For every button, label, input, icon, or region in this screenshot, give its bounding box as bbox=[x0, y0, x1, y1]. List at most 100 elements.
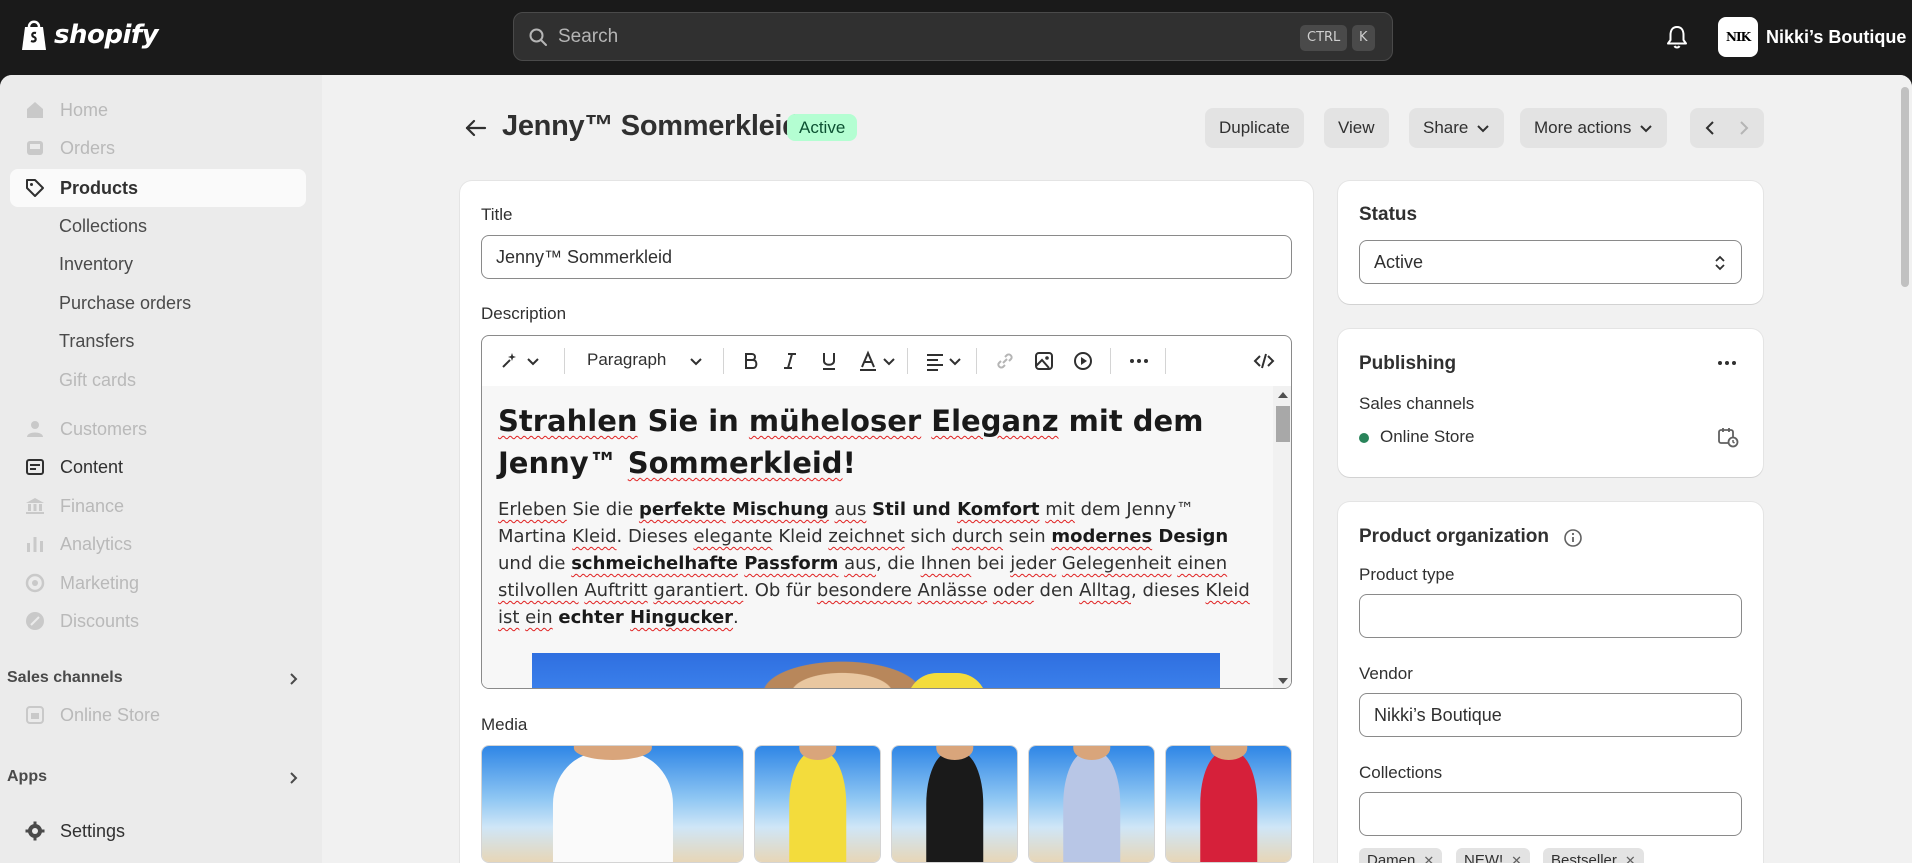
sidebar-section-sales-channels[interactable]: Sales channels bbox=[7, 669, 123, 687]
sidebar-section-apps[interactable]: Apps bbox=[7, 768, 47, 786]
toolbar-divider bbox=[1110, 348, 1111, 374]
sidebar-item-analytics[interactable]: Analytics bbox=[10, 525, 306, 563]
sidebar-item-inventory[interactable]: Inventory bbox=[59, 254, 133, 275]
sidebar-item-customers[interactable]: Customers bbox=[10, 410, 306, 448]
sidebar-item-discounts[interactable]: Discounts bbox=[10, 602, 306, 640]
description-editor[interactable]: Paragraph Strahlen Sie in müheloser Eleg… bbox=[481, 335, 1292, 689]
sidebar-item-finance[interactable]: Finance bbox=[10, 487, 306, 525]
align-left-icon[interactable] bbox=[924, 350, 946, 372]
avatar: NIK bbox=[1718, 17, 1758, 57]
scroll-down-arrow-icon[interactable] bbox=[1278, 678, 1288, 684]
more-horizontal-icon[interactable] bbox=[1716, 355, 1738, 371]
shopify-logo[interactable]: shopify bbox=[20, 18, 159, 52]
editor-content[interactable]: Strahlen Sie in müheloser Eleganz mit de… bbox=[482, 386, 1291, 688]
media-thumbnail[interactable] bbox=[891, 745, 1018, 863]
status-value: Active bbox=[1374, 251, 1424, 272]
chevron-down-icon bbox=[1477, 125, 1490, 133]
video-icon[interactable] bbox=[1072, 350, 1094, 372]
format-select[interactable]: Paragraph bbox=[587, 350, 666, 370]
media-thumbnail[interactable] bbox=[481, 745, 744, 863]
sales-channels-label: Sales channels bbox=[1359, 394, 1475, 413]
tag-chip[interactable]: Damen ✕ bbox=[1359, 848, 1443, 863]
page-scrollbar-thumb[interactable] bbox=[1901, 87, 1909, 287]
media-thumbnail[interactable] bbox=[1165, 745, 1292, 863]
calendar-schedule-icon[interactable] bbox=[1717, 426, 1739, 448]
sidebar-item-purchase-orders[interactable]: Purchase orders bbox=[59, 293, 191, 314]
view-button[interactable]: View bbox=[1324, 108, 1389, 148]
sidebar-item-products[interactable]: Products bbox=[10, 169, 306, 207]
view-label: View bbox=[1338, 118, 1375, 137]
remove-tag-icon[interactable]: ✕ bbox=[1511, 848, 1522, 863]
sidebar-item-marketing[interactable]: Marketing bbox=[10, 564, 306, 602]
more-actions-button[interactable]: More actions bbox=[1520, 108, 1668, 148]
remove-tag-icon[interactable]: ✕ bbox=[1625, 848, 1636, 863]
share-button[interactable]: Share bbox=[1409, 108, 1505, 148]
chevron-down-icon[interactable] bbox=[526, 350, 540, 372]
chevron-right-icon[interactable] bbox=[286, 672, 300, 686]
sidebar-item-home[interactable]: Home bbox=[10, 91, 306, 129]
sidebar-item-gift-cards[interactable]: Gift cards bbox=[59, 370, 136, 391]
image-icon[interactable] bbox=[1033, 350, 1055, 372]
underline-icon[interactable] bbox=[818, 350, 840, 372]
tag-chip[interactable]: NEW! ✕ bbox=[1456, 848, 1531, 863]
notifications-bell-icon[interactable] bbox=[1664, 24, 1690, 50]
sidebar-item-label: Orders bbox=[60, 137, 116, 158]
sidebar-item-content[interactable]: Content bbox=[10, 448, 306, 486]
product-type-input[interactable] bbox=[1359, 594, 1742, 638]
bank-icon bbox=[26, 498, 44, 514]
tag-label: NEW! bbox=[1464, 852, 1504, 863]
chevron-down-icon bbox=[1640, 125, 1653, 133]
inbox-icon bbox=[27, 141, 43, 155]
magic-ai-icon[interactable] bbox=[498, 350, 520, 372]
sidebar-item-label: Finance bbox=[60, 495, 125, 516]
share-label: Share bbox=[1423, 118, 1469, 137]
more-horizontal-icon[interactable] bbox=[1128, 350, 1150, 372]
status-select[interactable]: Active bbox=[1359, 240, 1742, 284]
chevron-right-icon[interactable] bbox=[286, 771, 300, 785]
text-color-icon[interactable] bbox=[857, 350, 879, 372]
page-title: Jenny™ Sommerkleid bbox=[502, 110, 800, 142]
editor-scrollbar[interactable] bbox=[1273, 386, 1291, 688]
channel-status-dot bbox=[1359, 433, 1369, 443]
italic-icon[interactable] bbox=[779, 350, 801, 372]
account-menu[interactable]: NIK Nikki’s Boutique bbox=[1718, 17, 1906, 57]
chevron-down-icon[interactable] bbox=[948, 350, 962, 372]
kbd-ctrl: CTRL bbox=[1300, 25, 1348, 51]
sidebar-item-online-store[interactable]: Online Store bbox=[10, 696, 306, 734]
chevron-down-icon[interactable] bbox=[882, 350, 896, 372]
bold-icon[interactable] bbox=[740, 350, 762, 372]
kbd-k: K bbox=[1352, 25, 1375, 51]
remove-tag-icon[interactable]: ✕ bbox=[1423, 848, 1434, 863]
previous-product-icon[interactable] bbox=[1702, 120, 1718, 136]
code-view-icon[interactable] bbox=[1253, 350, 1275, 372]
tag-chip[interactable]: Bestseller ✕ bbox=[1543, 848, 1644, 863]
back-arrow-icon[interactable] bbox=[463, 116, 489, 140]
sidebar-item-orders[interactable]: Orders bbox=[10, 129, 306, 167]
toolbar-divider bbox=[1165, 348, 1166, 374]
sidebar-item-settings[interactable]: Settings bbox=[10, 812, 306, 850]
description-label: Description bbox=[481, 304, 567, 323]
sidebar: Home Orders Products Collections Invento… bbox=[0, 75, 322, 863]
duplicate-button[interactable]: Duplicate bbox=[1205, 108, 1304, 148]
sidebar-item-collections[interactable]: Collections bbox=[59, 216, 147, 237]
top-bar: shopify Search CTRL K NIK Nikki’s Boutiq… bbox=[0, 0, 1912, 75]
editor-toolbar: Paragraph bbox=[482, 336, 1291, 386]
description-image bbox=[532, 653, 1220, 688]
info-icon[interactable] bbox=[1563, 528, 1583, 548]
editor-scrollbar-thumb[interactable] bbox=[1276, 406, 1290, 442]
media-thumbnail[interactable] bbox=[1028, 745, 1155, 863]
product-pager bbox=[1690, 108, 1764, 148]
link-icon[interactable] bbox=[994, 350, 1016, 372]
vendor-input[interactable]: Nikki’s Boutique bbox=[1359, 693, 1742, 737]
sidebar-item-transfers[interactable]: Transfers bbox=[59, 331, 134, 352]
sidebar-item-label: Analytics bbox=[60, 533, 133, 554]
next-product-icon[interactable] bbox=[1736, 120, 1752, 136]
search-bar[interactable]: Search CTRL K bbox=[513, 12, 1393, 61]
title-input[interactable]: Jenny™ Sommerkleid bbox=[481, 235, 1292, 279]
person-icon bbox=[27, 421, 43, 437]
chevron-down-icon[interactable] bbox=[689, 350, 703, 372]
collections-input[interactable] bbox=[1359, 792, 1742, 836]
media-thumbnail[interactable] bbox=[754, 745, 881, 863]
scroll-up-arrow-icon[interactable] bbox=[1278, 392, 1288, 398]
store-name: Nikki’s Boutique bbox=[1766, 26, 1907, 47]
